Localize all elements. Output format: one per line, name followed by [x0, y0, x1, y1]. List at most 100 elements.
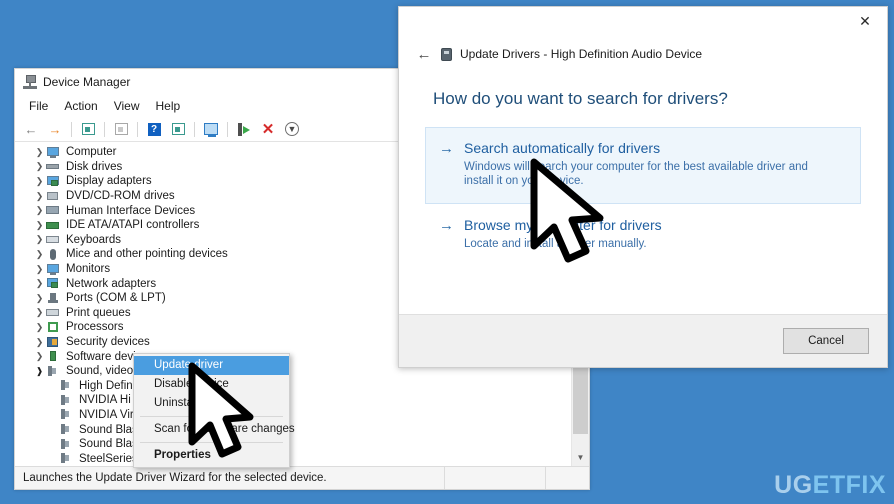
watermark-part-a: UG [774, 471, 813, 499]
chevron-right-icon[interactable]: ❯ [33, 220, 46, 230]
chevron-right-icon[interactable]: ❯ [33, 249, 46, 259]
cancel-button[interactable]: Cancel [783, 328, 869, 354]
chevron-right-icon[interactable]: ❯ [33, 206, 46, 215]
arrow-right-icon: → [439, 140, 454, 157]
context-menu-item-update-driver[interactable]: Update driver [134, 356, 289, 375]
chevron-right-icon[interactable]: ❯ [33, 235, 46, 244]
dialog-header: ← Update Drivers - High Definition Audio… [399, 39, 887, 69]
monitor-icon [46, 263, 61, 276]
dialog-options: → Search automatically for drivers Windo… [399, 109, 887, 314]
network-adapter-icon [46, 277, 61, 290]
chevron-right-icon[interactable]: ❯ [33, 322, 46, 332]
update-drivers-dialog: ✕ ← Update Drivers - High Definition Aud… [398, 6, 888, 368]
chevron-right-icon[interactable]: ❯ [33, 337, 46, 347]
speaker-icon [59, 452, 74, 465]
toolbar-separator [227, 121, 228, 137]
option-description: Locate and install a driver manually. [464, 238, 647, 250]
device-manager-title: Device Manager [43, 75, 131, 89]
uninstall-device-icon[interactable]: ✕ [257, 119, 279, 139]
disk-drive-icon [46, 160, 61, 173]
screenshot-root: UGETFIX Device Manager File Action View … [0, 0, 894, 504]
back-arrow-icon[interactable]: ← [413, 43, 435, 65]
tree-item-label: Print queues [66, 306, 131, 319]
security-device-icon [46, 336, 61, 349]
tree-item-high-definition-audio-device[interactable]: High Definition Audio Device [15, 379, 571, 394]
forward-arrow-icon[interactable]: → [44, 119, 66, 139]
chevron-right-icon[interactable]: ❯ [33, 352, 46, 361]
watermark-part-b: ETFIX [812, 471, 886, 499]
hid-icon [46, 204, 61, 217]
close-icon[interactable]: ✕ [843, 7, 887, 35]
tree-item-label: Display adapters [66, 175, 152, 188]
chevron-right-icon[interactable]: ❯ [33, 279, 46, 288]
tree-item-label: NVIDIA Vir [79, 408, 134, 421]
arrow-right-icon: → [439, 217, 454, 234]
speaker-icon [59, 379, 74, 392]
enable-device-icon[interactable] [233, 119, 255, 139]
tree-item-label: Ports (COM & LPT) [66, 292, 166, 305]
menu-help[interactable]: Help [148, 97, 189, 115]
back-arrow-icon[interactable]: ← [20, 119, 42, 139]
tree-item-sound-blaster-2[interactable]: Sound Blas [15, 437, 571, 452]
chevron-right-icon[interactable]: ❯ [33, 264, 46, 274]
context-menu-item-scan-for-hardware-changes[interactable]: Scan for hardware changes [134, 420, 295, 439]
scroll-down-icon[interactable]: ▼ [572, 450, 589, 466]
menu-file[interactable]: File [21, 97, 56, 115]
context-menu-item-disable-device[interactable]: Disable device [134, 375, 289, 394]
speaker-icon [59, 394, 74, 407]
ugetfix-watermark: UGETFIX [774, 473, 886, 498]
status-bar: Launches the Update Driver Wizard for th… [15, 466, 589, 489]
tree-item-label: DVD/CD-ROM drives [66, 190, 175, 203]
chevron-right-icon[interactable]: ❯ [33, 176, 46, 186]
help-topics-icon[interactable] [110, 119, 132, 139]
chevron-right-icon[interactable]: ❯ [33, 308, 46, 317]
tree-item-nvidia-hi[interactable]: NVIDIA Hi [15, 393, 571, 408]
chevron-down-icon[interactable]: ❱ [33, 366, 46, 376]
toolbar-separator [71, 121, 72, 137]
tree-item-label: Mice and other pointing devices [66, 248, 228, 261]
chevron-right-icon[interactable]: ❯ [33, 162, 46, 171]
chevron-right-icon[interactable]: ❯ [33, 191, 46, 201]
computer-icon [46, 146, 61, 159]
properties-icon[interactable] [77, 119, 99, 139]
dialog-heading: How do you want to search for drivers? [433, 89, 728, 108]
speaker-icon [59, 408, 74, 421]
option-search-automatically[interactable]: → Search automatically for drivers Windo… [425, 127, 861, 204]
tree-item-label: Sound Blas [79, 423, 138, 436]
menu-view[interactable]: View [106, 97, 148, 115]
status-bar-segment-2 [444, 467, 545, 489]
update-driver-icon[interactable] [167, 119, 189, 139]
tree-item-label: Monitors [66, 263, 111, 276]
option-title: Search automatically for drivers [464, 140, 661, 156]
context-menu-item-uninstall-device[interactable]: Uninstall device [134, 394, 289, 413]
disable-device-icon[interactable]: ▼ [281, 119, 303, 139]
option-browse-my-computer[interactable]: → Browse my computer for drivers Locate … [425, 204, 861, 267]
device-manager-icon [23, 75, 37, 89]
toolbar-separator [104, 121, 105, 137]
audio-device-icon [441, 47, 452, 61]
scan-hardware-icon[interactable] [200, 119, 222, 139]
tree-item-steelseries[interactable]: SteelSeries [15, 451, 571, 466]
tree-item-label: Sound Blas [79, 438, 138, 451]
chevron-right-icon[interactable]: ❯ [33, 293, 46, 303]
help-icon[interactable]: ? [143, 119, 165, 139]
dialog-header-title: Update Drivers - High Definition Audio D… [460, 47, 703, 61]
tree-item-label: Processors [66, 321, 124, 334]
menu-action[interactable]: Action [56, 97, 105, 115]
toolbar-separator [137, 121, 138, 137]
display-adapter-icon [46, 175, 61, 188]
chevron-right-icon[interactable]: ❯ [33, 147, 46, 157]
tree-item-label: SteelSeries [79, 452, 138, 465]
sound-controller-icon [46, 365, 61, 378]
tree-item-label: IDE ATA/ATAPI controllers [66, 219, 200, 232]
tree-item-label: Security devices [66, 336, 150, 349]
dvd-drive-icon [46, 190, 61, 203]
context-menu-item-properties[interactable]: Properties [134, 446, 289, 465]
port-icon [46, 292, 61, 305]
speaker-icon [59, 423, 74, 436]
tree-item-label: NVIDIA Hi [79, 394, 131, 407]
option-title: Browse my computer for drivers [464, 217, 662, 233]
keyboard-icon [46, 233, 61, 246]
context-menu-separator [140, 442, 283, 443]
software-device-icon [46, 350, 61, 363]
